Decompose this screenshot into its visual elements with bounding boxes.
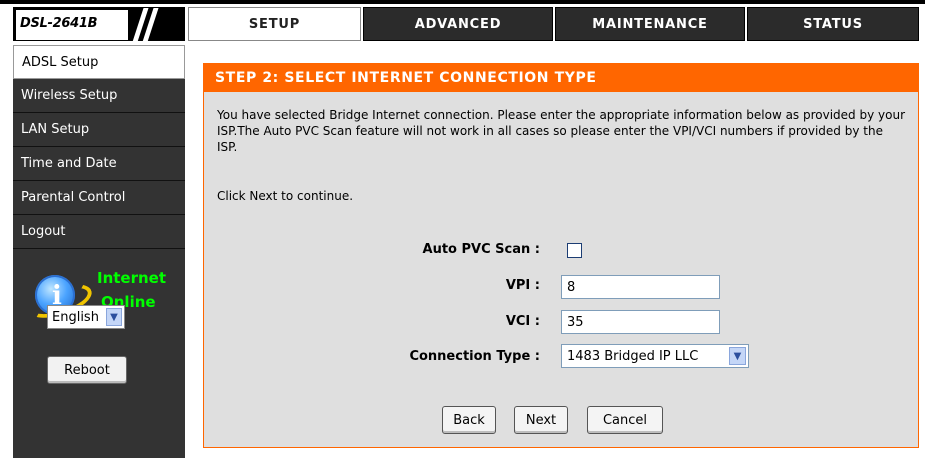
sidebar-item-time-and-date[interactable]: Time and Date (13, 147, 185, 181)
chevron-down-icon: ▼ (106, 308, 122, 326)
connection-type-select[interactable]: 1483 Bridged IP LLC ▼ (561, 344, 749, 368)
sidebar-item-wireless-setup[interactable]: Wireless Setup (13, 79, 185, 113)
connection-type-panel: STEP 2: SELECT INTERNET CONNECTION TYPE … (203, 63, 919, 448)
auto-pvc-scan-label: Auto PVC Scan : (422, 242, 540, 257)
language-selected-value: English (52, 309, 99, 325)
sidebar-item-parental-control[interactable]: Parental Control (13, 181, 185, 215)
model-name: DSL-2641B (20, 16, 98, 31)
sidebar: ADSL Setup Wireless Setup LAN Setup Time… (13, 45, 185, 458)
tab-setup[interactable]: SETUP (188, 7, 361, 41)
top-border (0, 0, 925, 4)
language-select[interactable]: English ▼ (47, 305, 125, 329)
chevron-down-icon: ▼ (729, 347, 746, 365)
cancel-button[interactable]: Cancel (587, 406, 663, 434)
tab-advanced[interactable]: ADVANCED (363, 7, 553, 41)
sidebar-item-lan-setup[interactable]: LAN Setup (13, 113, 185, 147)
brand-logo: DSL-2641B (13, 7, 185, 42)
continue-hint: Click Next to continue. (217, 189, 354, 203)
vci-label: VCI : (505, 314, 540, 329)
tab-status[interactable]: STATUS (747, 7, 919, 41)
reboot-button[interactable]: Reboot (47, 356, 127, 384)
page-title: STEP 2: SELECT INTERNET CONNECTION TYPE (204, 64, 918, 92)
connection-type-value: 1483 Bridged IP LLC (567, 348, 699, 364)
vpi-label: VPI : (505, 278, 540, 293)
sidebar-item-adsl-setup[interactable]: ADSL Setup (13, 45, 185, 79)
connection-type-label: Connection Type : (409, 349, 540, 364)
auto-pvc-scan-checkbox[interactable] (567, 243, 582, 258)
vci-input[interactable]: 35 (561, 310, 720, 334)
internet-status-label: Internet (97, 269, 167, 287)
sidebar-item-logout[interactable]: Logout (13, 215, 185, 249)
tab-maintenance[interactable]: MAINTENANCE (555, 7, 745, 41)
back-button[interactable]: Back (442, 406, 496, 434)
instructions-text: You have selected Bridge Internet connec… (217, 108, 906, 154)
vpi-input[interactable]: 8 (561, 275, 720, 299)
next-button[interactable]: Next (514, 406, 568, 434)
